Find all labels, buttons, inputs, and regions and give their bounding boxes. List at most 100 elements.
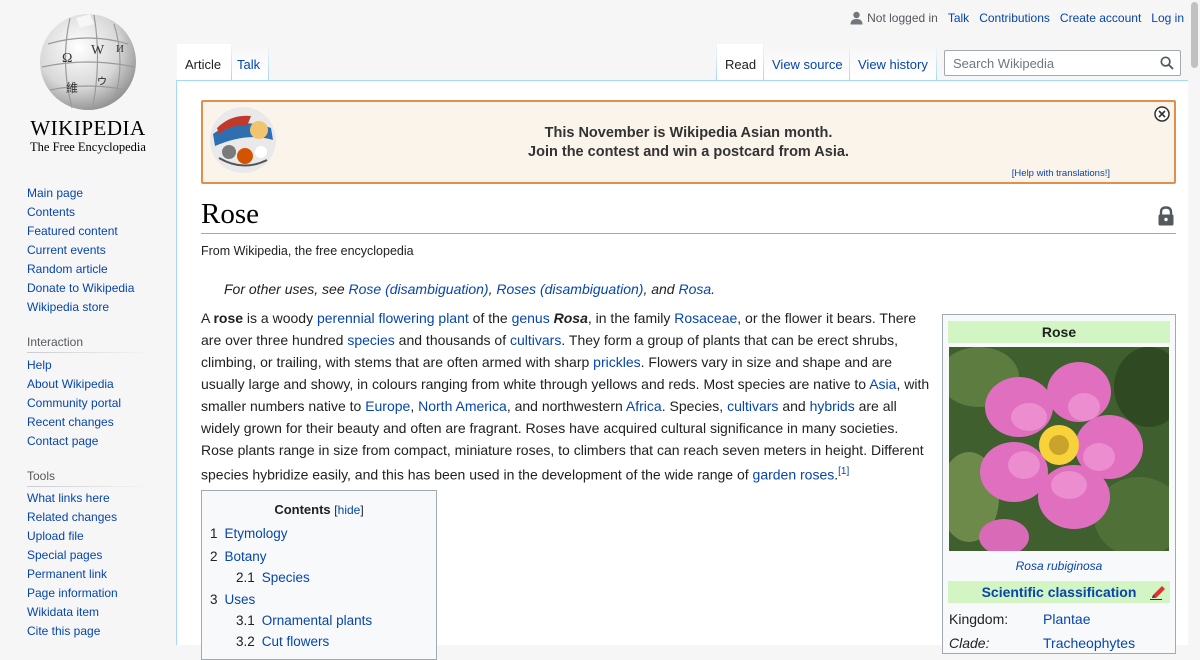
- rose-photo[interactable]: [949, 347, 1169, 551]
- infobox-value-link[interactable]: Plantae: [1043, 611, 1090, 627]
- link-species[interactable]: species: [347, 332, 394, 348]
- hatnote-link-rosa[interactable]: Rosa: [678, 281, 711, 297]
- link-cultivars[interactable]: cultivars: [727, 398, 778, 414]
- sidebar-heading-interaction: Interaction: [27, 335, 84, 349]
- text: is a woody: [243, 310, 317, 326]
- banner-line-1: This November is Wikipedia Asian month.: [544, 125, 833, 141]
- link-rosaceae[interactable]: Rosaceae: [674, 310, 737, 326]
- page-title: Rose: [201, 198, 259, 230]
- sidebar-item-special-pages[interactable]: Special pages: [27, 548, 102, 562]
- link-perennial[interactable]: perennial: [317, 310, 375, 326]
- sidebar-item-donate[interactable]: Donate to Wikipedia: [27, 281, 134, 295]
- tab-article[interactable]: Article: [177, 44, 231, 80]
- sidebar-item-related-changes[interactable]: Related changes: [27, 510, 117, 524]
- infobox-key: Kingdom:: [949, 611, 1009, 627]
- tab-read[interactable]: Read: [717, 44, 763, 80]
- text: ,: [410, 398, 419, 414]
- sidebar-interaction: Help About Wikipedia Community portal Re…: [27, 356, 121, 451]
- link-genus[interactable]: genus: [512, 310, 550, 326]
- hatnote: For other uses, see Rose (disambiguation…: [224, 281, 715, 297]
- infobox-title: Rose: [948, 321, 1170, 343]
- campaign-banner[interactable]: This November is Wikipedia Asian month. …: [201, 100, 1176, 184]
- link-asia[interactable]: Asia: [869, 376, 896, 392]
- sidebar-navigation: Main page Contents Featured content Curr…: [27, 184, 134, 317]
- toc-link[interactable]: Ornamental plants: [262, 613, 372, 628]
- sidebar-item-wikidata-item[interactable]: Wikidata item: [27, 605, 99, 619]
- scrollbar[interactable]: [1188, 0, 1200, 645]
- link-north-america[interactable]: North America: [418, 398, 507, 414]
- tab-view-history[interactable]: View history: [850, 44, 936, 80]
- toc-number: 1: [210, 526, 218, 541]
- link-cultivars[interactable]: cultivars: [510, 332, 561, 348]
- log-in-link[interactable]: Log in: [1151, 11, 1184, 25]
- scrollbar-thumb[interactable]: [1191, 2, 1198, 68]
- create-account-link[interactable]: Create account: [1060, 11, 1141, 25]
- sidebar-item-main-page[interactable]: Main page: [27, 186, 83, 200]
- text: , and northwestern: [506, 398, 626, 414]
- sidebar-item-cite-this-page[interactable]: Cite this page: [27, 624, 100, 638]
- hatnote-link-rose-disambiguation[interactable]: Rose (disambiguation): [349, 281, 489, 297]
- edit-pencil-icon[interactable]: [1150, 585, 1166, 600]
- close-icon[interactable]: [1154, 106, 1170, 122]
- sidebar-item-featured-content[interactable]: Featured content: [27, 224, 118, 238]
- link-prickles[interactable]: prickles: [593, 354, 640, 370]
- hatnote-link-roses-disambiguation[interactable]: Roses (disambiguation): [496, 281, 643, 297]
- link-hybrids[interactable]: hybrids: [810, 398, 855, 414]
- sidebar-item-random-article[interactable]: Random article: [27, 262, 108, 276]
- toc-link[interactable]: Uses: [225, 592, 256, 607]
- sidebar-item-page-information[interactable]: Page information: [27, 586, 118, 600]
- sidebar-item-contact-page[interactable]: Contact page: [27, 434, 98, 448]
- text: . Species,: [661, 398, 728, 414]
- text: and: [778, 398, 810, 414]
- sidebar-item-help[interactable]: Help: [27, 358, 52, 372]
- toc-item[interactable]: 3.1 Ornamental plants: [236, 611, 372, 631]
- tab-talk[interactable]: Talk: [232, 44, 268, 80]
- toc-link[interactable]: Etymology: [225, 526, 288, 541]
- link-africa[interactable]: Africa: [626, 398, 662, 414]
- toc-item[interactable]: 3.2 Cut flowers: [236, 632, 329, 652]
- sidebar-item-current-events[interactable]: Current events: [27, 243, 106, 257]
- personal-tools: Not logged in Talk Contributions Create …: [850, 11, 1184, 25]
- search-icon[interactable]: [1160, 56, 1174, 70]
- toc-link[interactable]: Cut flowers: [262, 634, 330, 649]
- search-input[interactable]: [951, 55, 1155, 72]
- sidebar-item-upload-file[interactable]: Upload file: [27, 529, 84, 543]
- toc-title: Contents: [274, 502, 331, 517]
- wikipedia-logo[interactable]: Ω W И 維 ゥ WIKIPEDIA The Free Encyclopedi…: [0, 0, 176, 160]
- infobox-value-link[interactable]: Tracheophytes: [1043, 635, 1135, 651]
- sidebar-item-what-links-here[interactable]: What links here: [27, 491, 110, 505]
- sidebar-item-store[interactable]: Wikipedia store: [27, 300, 109, 314]
- lock-icon[interactable]: [1157, 206, 1175, 226]
- toc-hide-link[interactable]: hide: [338, 503, 361, 517]
- banner-help-link[interactable]: [Help with translations!]: [1012, 168, 1110, 179]
- link-europe[interactable]: Europe: [365, 398, 410, 414]
- toc-item[interactable]: 3 Uses: [210, 590, 255, 610]
- contributions-link[interactable]: Contributions: [979, 11, 1050, 25]
- bold-italic-term: Rosa: [553, 310, 588, 326]
- link-garden-roses[interactable]: garden roses: [753, 467, 835, 483]
- tab-view-history-label: View history: [858, 57, 928, 72]
- sidebar-item-community-portal[interactable]: Community portal: [27, 396, 121, 410]
- tab-view-source[interactable]: View source: [764, 44, 849, 80]
- sidebar-item-contents[interactable]: Contents: [27, 205, 75, 219]
- sidebar-divider: [27, 486, 153, 487]
- sidebar-item-permanent-link[interactable]: Permanent link: [27, 567, 107, 581]
- lead-paragraph: A rose is a woody perennial flowering pl…: [201, 307, 931, 486]
- scientific-classification-link[interactable]: Scientific classification: [982, 584, 1137, 600]
- sidebar-item-recent-changes[interactable]: Recent changes: [27, 415, 114, 429]
- toc-link[interactable]: Botany: [225, 549, 267, 564]
- talk-link[interactable]: Talk: [948, 11, 969, 25]
- sidebar-item-about[interactable]: About Wikipedia: [27, 377, 114, 391]
- reference-link[interactable]: [1]: [838, 466, 849, 477]
- tab-talk-label: Talk: [237, 57, 261, 72]
- toc-item[interactable]: 2.1 Species: [236, 568, 310, 588]
- caption-link[interactable]: Rosa rubiginosa: [1016, 559, 1103, 573]
- hatnote-text: .: [711, 281, 716, 297]
- toc-item[interactable]: 1 Etymology: [210, 524, 288, 544]
- toc-item[interactable]: 2 Botany: [210, 547, 267, 567]
- toc-link[interactable]: Species: [262, 570, 310, 585]
- svg-text:Ω: Ω: [62, 51, 72, 66]
- link-flowering-plant[interactable]: flowering plant: [378, 310, 468, 326]
- wikipedia-globe-icon: Ω W И 維 ゥ: [40, 14, 136, 111]
- toc-hide-toggle[interactable]: [hide]: [334, 503, 363, 517]
